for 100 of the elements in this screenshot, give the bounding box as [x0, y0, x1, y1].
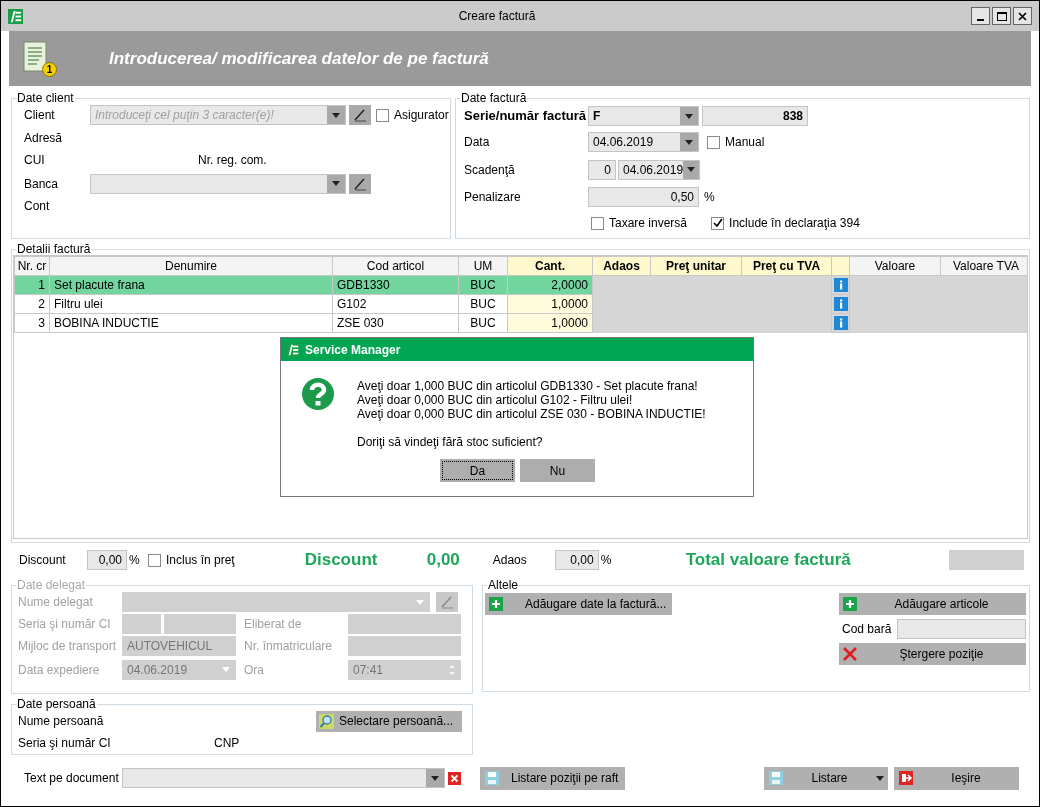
dialog-button[interactable]: Nu: [520, 459, 595, 482]
delete-x-icon: [843, 647, 857, 661]
discount-total: 0,00: [426, 549, 461, 572]
field-label: Eliberat de: [243, 615, 303, 633]
info-icon[interactable]: [833, 278, 848, 292]
column-header[interactable]: Denumire: [49, 256, 333, 276]
dropdown-field[interactable]: F: [588, 106, 699, 126]
exit-icon: [899, 771, 913, 785]
table-cell: BUC: [458, 294, 508, 314]
unit-label: %: [129, 552, 141, 569]
magnifier-icon: [319, 713, 334, 729]
field-label: Seria şi număr CI: [18, 735, 112, 752]
checkbox[interactable]: [148, 553, 161, 567]
edit-button[interactable]: [349, 105, 371, 125]
dropdown-field[interactable]: [122, 592, 430, 612]
text-field[interactable]: 0,00: [554, 550, 599, 570]
info-icon[interactable]: [833, 316, 848, 330]
column-header[interactable]: Valoare TVA: [940, 256, 1027, 276]
dialog-title: Service Manager: [305, 341, 401, 359]
field-label: Mijloc de transport: [18, 638, 118, 655]
checkbox-label: Inclus în preţ: [166, 552, 235, 569]
field-label: Adaos: [492, 552, 528, 569]
column-header[interactable]: Preţ unitar: [650, 256, 742, 276]
unit-label: %: [704, 188, 715, 206]
field-label: Penalizare: [464, 188, 522, 206]
field-label: Ora: [243, 661, 265, 679]
group-title: Detalii factură: [16, 243, 92, 255]
close-icon: [1018, 11, 1027, 21]
field-label: Data: [464, 134, 491, 151]
delete-item-button[interactable]: Ştergere poziţie: [839, 643, 1026, 665]
column-header[interactable]: Adaos: [592, 256, 651, 276]
column-header[interactable]: UM: [458, 256, 508, 276]
banner-title: Introducerea/ modificarea datelor de pe factură: [109, 47, 489, 70]
caret-icon: [876, 775, 884, 781]
column-header[interactable]: Preţ cu TVA: [741, 256, 832, 276]
field-label: Data expediere: [18, 661, 101, 679]
select-person-button[interactable]: Selectare persoană...: [316, 710, 462, 732]
exit-button[interactable]: Ieşire: [894, 766, 1019, 790]
plus-icon: [843, 597, 857, 611]
app-logo-icon: [8, 8, 23, 24]
group-title: Date delegat: [16, 579, 87, 591]
dropdown-field[interactable]: [122, 768, 445, 788]
table-cell: 3: [14, 313, 50, 333]
table-cell: G102: [332, 294, 459, 314]
table-cell: 2,0000: [507, 275, 593, 295]
field-label: Banca: [24, 175, 60, 193]
field-label: Scadenţă: [464, 161, 516, 179]
checkbox[interactable]: [707, 135, 720, 149]
group-title: Date factură: [460, 92, 528, 104]
text-field[interactable]: 0,50: [588, 186, 699, 207]
total-title: Total valoare factură: [685, 549, 852, 572]
text-field[interactable]: 0: [588, 159, 616, 180]
pencil-icon: [353, 108, 367, 122]
add-items-button[interactable]: Adăugare articole: [839, 593, 1026, 615]
checkbox-label: Taxare inversă: [609, 215, 688, 232]
info-icon[interactable]: [833, 297, 848, 311]
dropdown-field[interactable]: 04.06.2019: [618, 159, 700, 180]
column-header[interactable]: Nr. cr: [14, 256, 50, 276]
message-line: Aveţi doar 0,000 BUC din articolul G102 - Filtru ulei!: [357, 393, 634, 407]
field-label: Nr. reg. com.: [198, 152, 267, 169]
table-cell: 2: [14, 294, 50, 314]
dialog-button[interactable]: Da: [440, 459, 515, 482]
text-field[interactable]: [348, 636, 461, 656]
field-label: Adresă: [24, 129, 63, 147]
text-field[interactable]: [348, 613, 461, 634]
table-cell: GDB1330: [332, 275, 459, 295]
field-label: Discount: [19, 552, 67, 569]
text-field[interactable]: [897, 619, 1026, 639]
field-label: Seria şi număr CI: [18, 615, 112, 633]
group-title: Altele: [487, 579, 520, 591]
field-label: CNP: [214, 735, 240, 752]
field-label: Cont: [24, 198, 50, 215]
minimize-button[interactable]: [971, 7, 990, 25]
text-field[interactable]: [164, 613, 236, 634]
text-field[interactable]: [122, 613, 161, 634]
checkbox-label: Manual: [725, 134, 765, 151]
clear-icon[interactable]: [448, 771, 461, 785]
checkbox[interactable]: [591, 216, 604, 230]
field-label: Text pe document: [24, 770, 120, 787]
window-title: Creare factură: [457, 8, 537, 25]
field-label: Nr. înmatriculare: [243, 638, 334, 655]
text-field[interactable]: 838: [702, 106, 808, 126]
add-invoice-data-button[interactable]: Adăugare date la factură...: [485, 593, 672, 615]
dropdown-field[interactable]: [90, 173, 346, 194]
pencil-icon: [440, 595, 454, 609]
checkbox[interactable]: [711, 216, 725, 230]
close-button[interactable]: [1013, 7, 1032, 25]
edit-button[interactable]: [349, 173, 371, 194]
discount-title: Discount: [304, 549, 379, 572]
maximize-button[interactable]: [992, 7, 1011, 25]
shelf-list-button[interactable]: Listare poziţii pe raft: [480, 766, 625, 790]
text-field[interactable]: 0,00: [87, 550, 127, 570]
checkbox[interactable]: [376, 108, 389, 122]
dropdown-field[interactable]: 04.06.2019: [588, 132, 699, 152]
table-cell: ZSE 030: [332, 313, 459, 333]
print-button[interactable]: Listare: [764, 766, 888, 790]
field-label: CUI: [24, 152, 46, 169]
column-header[interactable]: Cod articol: [332, 256, 459, 276]
column-header[interactable]: Valoare: [849, 256, 941, 276]
column-header[interactable]: Cant.: [507, 256, 593, 276]
